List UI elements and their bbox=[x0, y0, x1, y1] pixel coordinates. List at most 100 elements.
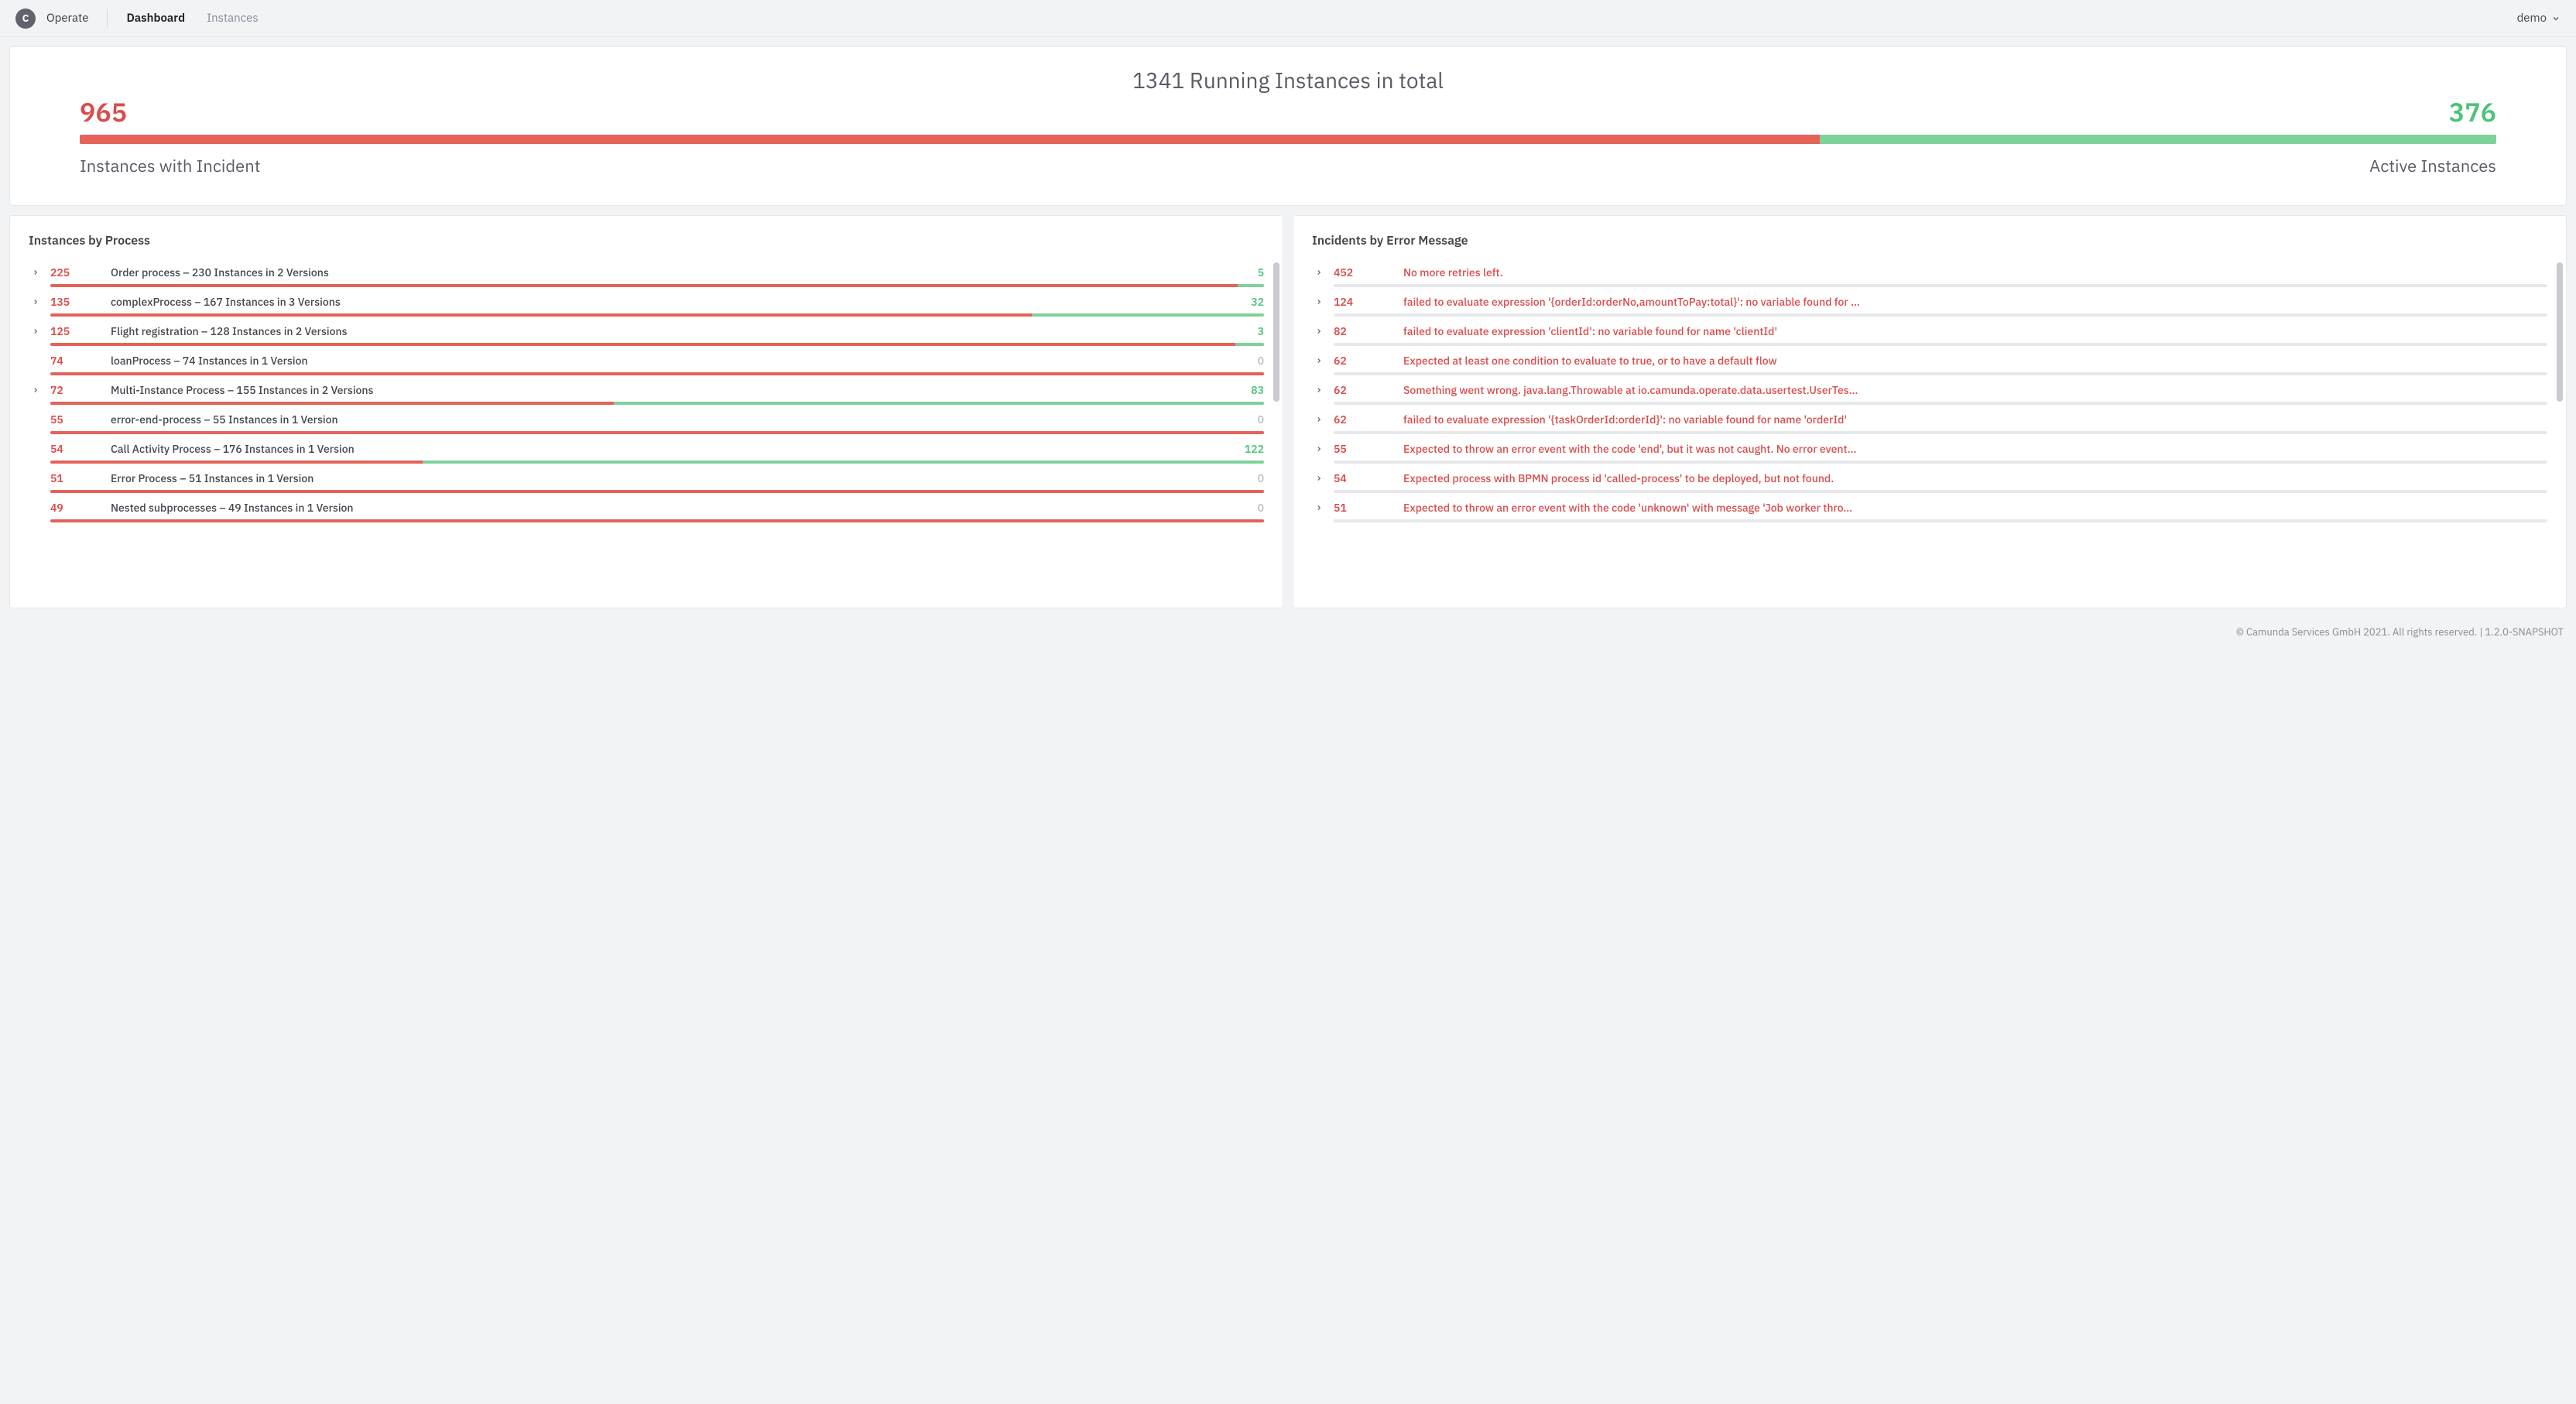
incident-message[interactable]: Expected to throw an error event with th… bbox=[1403, 501, 2547, 515]
expand-toggle[interactable] bbox=[1312, 413, 1326, 423]
process-active-count[interactable]: 3 bbox=[1258, 324, 1264, 338]
process-row[interactable]: 74loanProcess – 74 Instances in 1 Versio… bbox=[29, 349, 1264, 378]
incident-message[interactable]: failed to evaluate expression '{orderId:… bbox=[1403, 295, 2547, 309]
incident-count[interactable]: 124 bbox=[1334, 295, 1394, 309]
chevron-right-icon bbox=[32, 298, 39, 306]
expand-toggle[interactable] bbox=[1312, 295, 1326, 306]
process-row[interactable]: 135complexProcess – 167 Instances in 3 V… bbox=[29, 290, 1264, 320]
process-active-count[interactable]: 0 bbox=[1258, 354, 1264, 368]
incident-row[interactable]: 51 Expected to throw an error event with … bbox=[1312, 496, 2547, 526]
user-menu[interactable]: demo bbox=[2517, 11, 2561, 26]
incident-row[interactable]: 54 Expected process with BPMN process id … bbox=[1312, 467, 2547, 496]
incident-count[interactable]: 452 bbox=[1334, 265, 1394, 279]
process-active-count[interactable]: 5 bbox=[1258, 265, 1264, 279]
header-divider bbox=[107, 9, 108, 28]
incident-row[interactable]: 452 No more retries left. bbox=[1312, 261, 2547, 290]
incident-row-top: 55 Expected to throw an error event with … bbox=[1334, 442, 2547, 456]
process-label[interactable]: loanProcess – 74 Instances in 1 Version bbox=[111, 354, 1250, 368]
scrollbar[interactable] bbox=[2557, 262, 2563, 402]
incident-row-body: 62 Expected at least one condition to eva… bbox=[1334, 354, 2547, 375]
process-label[interactable]: Nested subprocesses – 49 Instances in 1 … bbox=[111, 501, 1250, 515]
incident-count[interactable]: 62 bbox=[1334, 413, 1394, 426]
incident-message[interactable]: No more retries left. bbox=[1403, 265, 2547, 279]
process-bar bbox=[50, 431, 1264, 434]
process-label[interactable]: error-end-process – 55 Instances in 1 Ve… bbox=[111, 413, 1250, 426]
process-row[interactable]: 54Call Activity Process – 176 Instances … bbox=[29, 437, 1264, 467]
incident-count[interactable]: 62 bbox=[1334, 354, 1394, 368]
incident-row[interactable]: 82 failed to evaluate expression 'clientI… bbox=[1312, 320, 2547, 349]
process-label[interactable]: Flight registration – 128 Instances in 2… bbox=[111, 324, 1250, 338]
expand-toggle[interactable] bbox=[29, 324, 43, 335]
process-row[interactable]: 55error-end-process – 55 Instances in 1 … bbox=[29, 408, 1264, 437]
expand-toggle[interactable] bbox=[1312, 501, 1326, 512]
process-row[interactable]: 225Order process – 230 Instances in 2 Ve… bbox=[29, 261, 1264, 290]
process-row[interactable]: 51Error Process – 51 Instances in 1 Vers… bbox=[29, 467, 1264, 496]
summary-bar-active[interactable] bbox=[1820, 135, 2496, 144]
process-label[interactable]: Call Activity Process – 176 Instances in… bbox=[111, 442, 1237, 456]
process-bar-incident bbox=[50, 431, 1264, 434]
process-incident-count[interactable]: 49 bbox=[50, 501, 111, 515]
process-active-count[interactable]: 83 bbox=[1251, 383, 1264, 397]
process-row[interactable]: 49Nested subprocesses – 49 Instances in … bbox=[29, 496, 1264, 526]
expand-toggle[interactable] bbox=[1312, 354, 1326, 365]
process-incident-count[interactable]: 72 bbox=[50, 383, 111, 397]
expand-toggle[interactable] bbox=[29, 383, 43, 394]
incident-row[interactable]: 124 failed to evaluate expression '{order… bbox=[1312, 290, 2547, 320]
process-active-count[interactable]: 122 bbox=[1245, 442, 1264, 456]
expand-toggle[interactable] bbox=[29, 295, 43, 306]
incident-count[interactable]: 82 bbox=[1334, 324, 1394, 338]
incident-message[interactable]: Expected at least one condition to evalu… bbox=[1403, 354, 2547, 368]
process-row-top: 135complexProcess – 167 Instances in 3 V… bbox=[50, 295, 1264, 309]
incident-count[interactable]: 965 bbox=[80, 99, 127, 125]
incident-row[interactable]: 62 failed to evaluate expression '{taskOr… bbox=[1312, 408, 2547, 437]
incident-row-top: 54 Expected process with BPMN process id … bbox=[1334, 471, 2547, 485]
incident-message[interactable]: failed to evaluate expression '{taskOrde… bbox=[1403, 413, 2547, 426]
expand-toggle[interactable] bbox=[1312, 383, 1326, 394]
process-incident-count[interactable]: 125 bbox=[50, 324, 111, 338]
incident-message[interactable]: failed to evaluate expression 'clientId'… bbox=[1403, 324, 2547, 338]
incident-row-body: 452 No more retries left. bbox=[1334, 265, 2547, 287]
incident-count[interactable]: 54 bbox=[1334, 471, 1394, 485]
process-active-count[interactable]: 0 bbox=[1258, 413, 1264, 426]
incident-message[interactable]: Something went wrong. java.lang.Throwabl… bbox=[1403, 383, 2547, 397]
incident-bar bbox=[1334, 402, 2547, 405]
incident-row[interactable]: 55 Expected to throw an error event with … bbox=[1312, 437, 2547, 467]
process-label[interactable]: complexProcess – 167 Instances in 3 Vers… bbox=[111, 295, 1243, 309]
process-incident-count[interactable]: 51 bbox=[50, 471, 111, 485]
incident-message[interactable]: Expected to throw an error event with th… bbox=[1403, 442, 2547, 456]
process-active-count[interactable]: 32 bbox=[1251, 295, 1264, 309]
incident-row[interactable]: 62 Expected at least one condition to eva… bbox=[1312, 349, 2547, 378]
expand-toggle[interactable] bbox=[1312, 471, 1326, 482]
expand-toggle[interactable] bbox=[1312, 265, 1326, 276]
expand-toggle[interactable] bbox=[1312, 442, 1326, 453]
process-active-count[interactable]: 0 bbox=[1258, 501, 1264, 515]
nav-instances[interactable]: Instances bbox=[207, 11, 259, 26]
incident-bar bbox=[1334, 519, 2547, 522]
process-label[interactable]: Multi-Instance Process – 155 Instances i… bbox=[111, 383, 1243, 397]
incident-row-top: 124 failed to evaluate expression '{order… bbox=[1334, 295, 2547, 309]
process-active-count[interactable]: 0 bbox=[1258, 471, 1264, 485]
process-incident-count[interactable]: 55 bbox=[50, 413, 111, 426]
process-label[interactable]: Order process – 230 Instances in 2 Versi… bbox=[111, 265, 1250, 279]
expand-toggle[interactable] bbox=[29, 265, 43, 276]
active-count[interactable]: 376 bbox=[2449, 99, 2496, 125]
incident-bar-underline bbox=[1334, 431, 2547, 434]
chevron-right-icon bbox=[1315, 357, 1323, 365]
process-incident-count[interactable]: 54 bbox=[50, 442, 111, 456]
incident-count[interactable]: 55 bbox=[1334, 442, 1394, 456]
scrollbar[interactable] bbox=[1273, 262, 1279, 402]
summary-bar-incident[interactable] bbox=[80, 135, 1820, 144]
nav-dashboard[interactable]: Dashboard bbox=[126, 11, 185, 26]
process-row-top: 51Error Process – 51 Instances in 1 Vers… bbox=[50, 471, 1264, 485]
incident-count[interactable]: 51 bbox=[1334, 501, 1394, 515]
process-incident-count[interactable]: 135 bbox=[50, 295, 111, 309]
incident-message[interactable]: Expected process with BPMN process id 'c… bbox=[1403, 471, 2547, 485]
process-row[interactable]: 125Flight registration – 128 Instances i… bbox=[29, 320, 1264, 349]
process-row[interactable]: 72Multi-Instance Process – 155 Instances… bbox=[29, 378, 1264, 408]
expand-toggle[interactable] bbox=[1312, 324, 1326, 335]
incident-row[interactable]: 62 Something went wrong. java.lang.Throwa… bbox=[1312, 378, 2547, 408]
incident-count[interactable]: 62 bbox=[1334, 383, 1394, 397]
process-incident-count[interactable]: 225 bbox=[50, 265, 111, 279]
process-incident-count[interactable]: 74 bbox=[50, 354, 111, 368]
process-label[interactable]: Error Process – 51 Instances in 1 Versio… bbox=[111, 471, 1250, 485]
